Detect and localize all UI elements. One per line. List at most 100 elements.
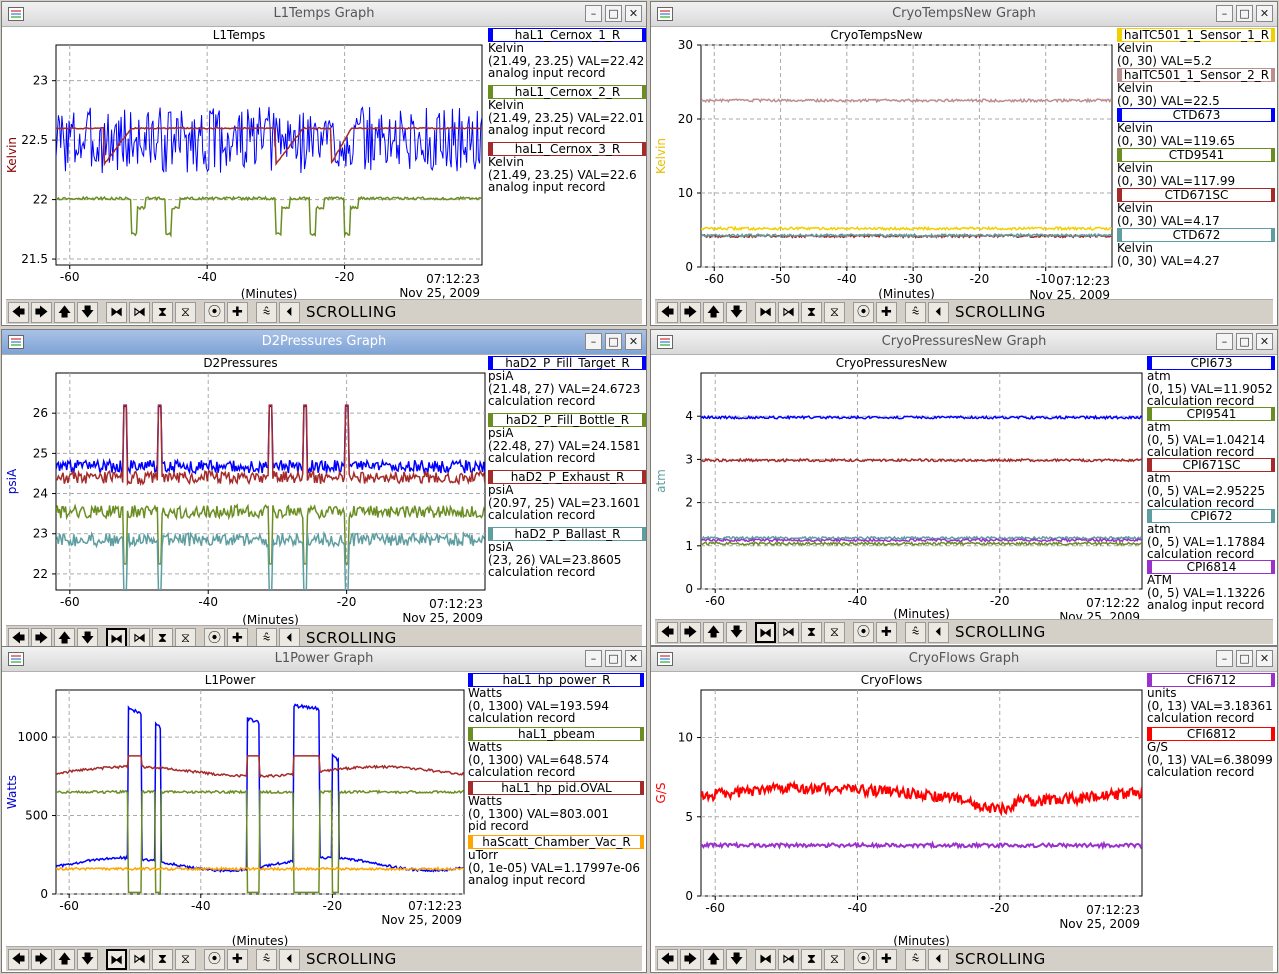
legend-item[interactable]: haD2_P_Fill_Bottle_R psiA (22.48, 27) VAL=… <box>488 413 646 470</box>
title-bar[interactable]: CryoFlows Graph – □ ✕ <box>651 647 1277 672</box>
legend-item-name[interactable]: CTD673 <box>1117 108 1275 122</box>
zoom-in-x-button[interactable]: ⧓ <box>755 621 776 643</box>
pan-down-button[interactable]: 🡇 <box>77 948 98 970</box>
toggle-button[interactable]: ⏴ <box>928 948 949 970</box>
legend-item-name[interactable]: CPI6814 <box>1147 560 1275 574</box>
legend-item[interactable]: haL1_hp_power_R Watts (0, 1300) VAL=193.59… <box>468 673 644 727</box>
reset-button[interactable]: ⩯ <box>256 948 277 970</box>
legend-item[interactable]: haL1_Cernox_1_R Kelvin (21.49, 23.25) VAL=… <box>488 28 646 85</box>
legend-item-name[interactable]: CTD671SC <box>1117 188 1275 202</box>
window-l1power[interactable]: L1Power Graph – □ ✕ L1Power 1000 500 0 -60 -40 -20… <box>1 646 647 973</box>
legend-item-name[interactable]: haL1_Cernox_3_R <box>488 142 646 156</box>
autoscale-button[interactable]: ⦿ <box>853 948 874 970</box>
title-bar[interactable]: CryoTempsNew Graph – □ ✕ <box>651 2 1277 27</box>
title-bar[interactable]: D2Pressures Graph – □ ✕ <box>2 330 646 355</box>
minimize-button[interactable]: – <box>1216 650 1233 667</box>
pan-down-button[interactable]: 🡇 <box>726 301 747 323</box>
legend-item-name[interactable]: CPI671SC <box>1147 458 1275 472</box>
legend-item-name[interactable]: CPI9541 <box>1147 407 1275 421</box>
legend-item[interactable]: haD2_P_Ballast_R psiA (23, 26) VAL=23.8605… <box>488 527 646 584</box>
zoom-in-y-button[interactable]: ⧗ <box>152 948 173 970</box>
maximize-button[interactable]: □ <box>1236 333 1253 350</box>
zoom-out-x-button[interactable]: ⧒ <box>129 948 150 970</box>
legend-item[interactable]: haD2_P_Exhaust_R psiA (20.97, 25) VAL=23.1… <box>488 470 646 527</box>
zoom-in-y-button[interactable]: ⧗ <box>801 948 822 970</box>
legend-item[interactable]: CTD671SC Kelvin (0, 30) VAL=4.17 <box>1117 188 1275 228</box>
close-button[interactable]: ✕ <box>1256 650 1273 667</box>
legend-item-name[interactable]: CTD672 <box>1117 228 1275 242</box>
legend-item[interactable]: CPI671SC atm (0, 5) VAL=2.95225 calculation… <box>1147 458 1275 509</box>
legend-item-name[interactable]: haITC501_1_Sensor_2_R <box>1117 68 1275 82</box>
zoom-out-y-button[interactable]: ⧖ <box>175 301 196 323</box>
zoom-out-y-button[interactable]: ⧖ <box>175 948 196 970</box>
pan-right-button[interactable]: 🡆 <box>31 301 52 323</box>
close-button[interactable]: ✕ <box>625 333 642 350</box>
zoom-out-x-button[interactable]: ⧒ <box>778 301 799 323</box>
pan-up-button[interactable]: 🡅 <box>703 301 724 323</box>
zoom-out-x-button[interactable]: ⧒ <box>129 301 150 323</box>
pan-left-button[interactable]: 🡄 <box>657 948 678 970</box>
pan-down-button[interactable]: 🡇 <box>77 301 98 323</box>
legend-item-name[interactable]: haL1_Cernox_2_R <box>488 85 646 99</box>
add-button[interactable]: ✚ <box>876 301 897 323</box>
legend-item-name[interactable]: haL1_pbeam <box>468 727 644 741</box>
zoom-out-y-button[interactable]: ⧖ <box>824 621 845 643</box>
window-cryopressures[interactable]: CryoPressuresNew Graph – □ ✕ CryoPressuresNe… <box>650 329 1278 646</box>
add-button[interactable]: ✚ <box>227 301 248 323</box>
close-button[interactable]: ✕ <box>1256 5 1273 22</box>
legend-item-name[interactable]: CFI6712 <box>1147 673 1275 687</box>
window-d2pressures[interactable]: D2Pressures Graph – □ ✕ D2Pressures 26 25 24 23 2… <box>1 329 647 652</box>
legend-item[interactable]: haL1_Cernox_3_R Kelvin (21.49, 23.25) VAL=… <box>488 142 646 199</box>
legend-item-name[interactable]: haD2_P_Fill_Target_R <box>488 356 646 370</box>
reset-button[interactable]: ⩯ <box>256 301 277 323</box>
close-button[interactable]: ✕ <box>625 5 642 22</box>
toggle-button[interactable]: ⏴ <box>928 621 949 643</box>
legend-item[interactable]: CPI672 atm (0, 5) VAL=1.17884 calculation r… <box>1147 509 1275 560</box>
legend-item-name[interactable]: haITC501_1_Sensor_1_R <box>1117 28 1275 42</box>
title-bar[interactable]: L1Power Graph – □ ✕ <box>2 647 646 672</box>
window-l1temps[interactable]: L1Temps Graph – □ ✕ L1Temps 23 22.5 22 21.5 -60 -4… <box>1 1 647 326</box>
maximize-button[interactable]: □ <box>605 650 622 667</box>
legend-item[interactable]: CTD672 Kelvin (0, 30) VAL=4.27 <box>1117 228 1275 268</box>
legend-item[interactable]: haITC501_1_Sensor_1_R Kelvin (0, 30) VAL=5… <box>1117 28 1275 68</box>
minimize-button[interactable]: – <box>1216 333 1233 350</box>
zoom-in-x-button[interactable]: ⧓ <box>755 301 776 323</box>
legend-item[interactable]: haScatt_Chamber_Vac_R uTorr (0, 1e-05) VAL… <box>468 835 644 889</box>
pan-right-button[interactable]: 🡆 <box>680 301 701 323</box>
legend-item-name[interactable]: haScatt_Chamber_Vac_R <box>468 835 644 849</box>
toggle-button[interactable]: ⏴ <box>928 301 949 323</box>
zoom-in-x-button[interactable]: ⧓ <box>106 948 127 970</box>
legend-item[interactable]: haL1_hp_pid.OVAL Watts (0, 1300) VAL=803.0… <box>468 781 644 835</box>
legend-item[interactable]: haD2_P_Fill_Target_R psiA (21.48, 27) VAL=… <box>488 356 646 413</box>
window-cryotemps[interactable]: CryoTempsNew Graph – □ ✕ CryoTempsNew 30 20 10 0… <box>650 1 1278 326</box>
legend-item[interactable]: CPI6814 ATM (0, 5) VAL=1.13226 analog input… <box>1147 560 1275 611</box>
legend-item-name[interactable]: haD2_P_Ballast_R <box>488 527 646 541</box>
pan-down-button[interactable]: 🡇 <box>726 948 747 970</box>
pan-right-button[interactable]: 🡆 <box>680 621 701 643</box>
maximize-button[interactable]: □ <box>605 5 622 22</box>
pan-up-button[interactable]: 🡅 <box>703 948 724 970</box>
legend-item-name[interactable]: CPI673 <box>1147 356 1275 370</box>
legend-item-name[interactable]: haD2_P_Fill_Bottle_R <box>488 413 646 427</box>
legend-item-name[interactable]: haL1_Cernox_1_R <box>488 28 646 42</box>
pan-up-button[interactable]: 🡅 <box>54 301 75 323</box>
title-bar[interactable]: CryoPressuresNew Graph – □ ✕ <box>651 330 1277 355</box>
minimize-button[interactable]: – <box>1216 5 1233 22</box>
minimize-button[interactable]: – <box>585 650 602 667</box>
close-button[interactable]: ✕ <box>1256 333 1273 350</box>
pan-up-button[interactable]: 🡅 <box>54 948 75 970</box>
legend-item-name[interactable]: haL1_hp_power_R <box>468 673 644 687</box>
close-button[interactable]: ✕ <box>625 650 642 667</box>
zoom-in-y-button[interactable]: ⧗ <box>801 301 822 323</box>
title-bar[interactable]: L1Temps Graph – □ ✕ <box>2 2 646 27</box>
legend-item[interactable]: CTD9541 Kelvin (0, 30) VAL=117.99 <box>1117 148 1275 188</box>
pan-down-button[interactable]: 🡇 <box>726 621 747 643</box>
autoscale-button[interactable]: ⦿ <box>204 301 225 323</box>
legend-item[interactable]: haL1_Cernox_2_R Kelvin (21.49, 23.25) VAL=… <box>488 85 646 142</box>
legend-item-name[interactable]: haL1_hp_pid.OVAL <box>468 781 644 795</box>
zoom-out-x-button[interactable]: ⧒ <box>778 948 799 970</box>
autoscale-button[interactable]: ⦿ <box>853 621 874 643</box>
reset-button[interactable]: ⩯ <box>905 301 926 323</box>
maximize-button[interactable]: □ <box>605 333 622 350</box>
legend-item[interactable]: haITC501_1_Sensor_2_R Kelvin (0, 30) VAL=2… <box>1117 68 1275 108</box>
